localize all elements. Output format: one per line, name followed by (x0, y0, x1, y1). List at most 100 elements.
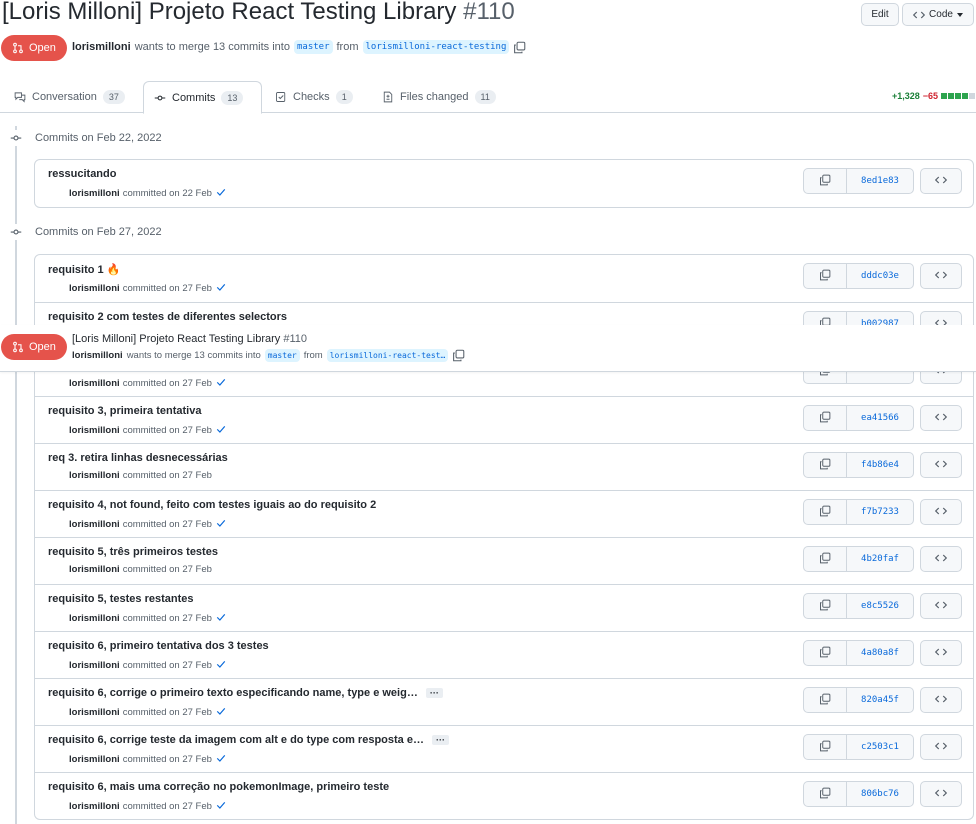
pr-title-text: [Loris Milloni] Projeto React Testing Li… (2, 0, 457, 25)
commit-author[interactable]: lorismilloni (69, 564, 120, 575)
browse-repo-button[interactable] (920, 499, 962, 525)
status-check-icon[interactable] (215, 705, 227, 720)
commit-author[interactable]: lorismilloni (69, 613, 120, 624)
commit-author[interactable]: lorismilloni (69, 470, 120, 481)
commit-sha-link[interactable]: ea41566 (847, 406, 913, 430)
commit-author[interactable]: lorismilloni (69, 378, 120, 389)
commit-message[interactable]: requisito 6, corrige o primeiro texto es… (48, 687, 418, 699)
commit-meta: lorismillonicommitted on 27 Feb (69, 799, 227, 814)
commit-message[interactable]: req 3. retira linhas desnecessárias (48, 452, 228, 464)
tab-conversation[interactable]: Conversation 37 (4, 81, 135, 113)
copy-sha-button[interactable] (804, 735, 847, 759)
copy-sha-button[interactable] (804, 264, 847, 288)
browse-repo-button[interactable] (920, 734, 962, 760)
pr-meta: lorismilloni wants to merge 13 commits i… (72, 349, 465, 362)
author-link[interactable]: lorismilloni (72, 41, 131, 53)
copy-icon[interactable] (452, 349, 465, 362)
commit-message[interactable]: requisito 2 com testes de diferentes sel… (48, 311, 287, 323)
pull-request-icon (13, 42, 23, 54)
commit-sha-link[interactable]: 8ed1e83 (847, 169, 913, 193)
status-check-icon[interactable] (215, 658, 227, 673)
commit-message[interactable]: requisito 6, corrige teste da imagem com… (48, 734, 424, 746)
copy-sha-button[interactable] (804, 782, 847, 806)
code-button[interactable]: Code (902, 3, 974, 26)
commit-row: requisito 6, corrige teste da imagem com… (35, 725, 973, 772)
commit-author[interactable]: lorismilloni (69, 188, 120, 199)
browse-repo-button[interactable] (920, 405, 962, 431)
expand-message-button[interactable]: ··· (425, 688, 443, 698)
commit-sha-link[interactable]: c2503c1 (847, 735, 913, 759)
commit-message[interactable]: requisito 6, primeiro tentativa dos 3 te… (48, 640, 269, 652)
tab-commits[interactable]: Commits 13 (143, 81, 262, 114)
code-icon (934, 552, 948, 567)
commit-time: committed on 27 Feb (122, 801, 212, 812)
commit-sha-link[interactable]: f4b86e4 (847, 453, 913, 477)
browse-repo-button[interactable] (920, 593, 962, 619)
commit-sha-link[interactable]: e8c5526 (847, 594, 913, 618)
status-check-icon[interactable] (215, 281, 227, 296)
browse-repo-button[interactable] (920, 546, 962, 572)
copy-sha-button[interactable] (804, 453, 847, 477)
commit-author[interactable]: lorismilloni (69, 660, 120, 671)
sha-button-group: 4a80a8f (803, 640, 914, 666)
commit-author[interactable]: lorismilloni (69, 519, 120, 530)
browse-repo-button[interactable] (920, 640, 962, 666)
commit-message[interactable]: requisito 4, not found, feito com testes… (48, 499, 376, 511)
commit-sha-link[interactable]: 4a80a8f (847, 641, 913, 665)
commit-message[interactable]: requisito 6, mais uma correção no pokemo… (48, 781, 389, 793)
code-icon (934, 458, 948, 473)
base-branch[interactable]: master (293, 40, 333, 54)
copy-sha-button[interactable] (804, 688, 847, 712)
copy-sha-button[interactable] (804, 169, 847, 193)
commit-sha-link[interactable]: 806bc76 (847, 782, 913, 806)
commit-author[interactable]: lorismilloni (69, 754, 120, 765)
deletions: −65 (922, 91, 938, 101)
diffstat-square (941, 93, 947, 99)
author-link[interactable]: lorismilloni (72, 350, 123, 361)
expand-message-button[interactable]: ··· (431, 735, 449, 745)
status-check-icon[interactable] (215, 611, 227, 626)
browse-repo-button[interactable] (920, 263, 962, 289)
commit-author[interactable]: lorismilloni (69, 707, 120, 718)
edit-button[interactable]: Edit (861, 3, 899, 26)
code-label: Code (929, 9, 953, 20)
browse-repo-button[interactable] (920, 687, 962, 713)
commit-author[interactable]: lorismilloni (69, 283, 120, 294)
tab-files-changed[interactable]: Files changed 11 (372, 81, 506, 113)
head-branch[interactable]: lorismilloni-react-test… (326, 349, 449, 362)
copy-sha-button[interactable] (804, 547, 847, 571)
status-check-icon[interactable] (215, 376, 227, 391)
commit-message[interactable]: ressucitando (48, 168, 116, 180)
browse-repo-button[interactable] (920, 452, 962, 478)
commit-message[interactable]: requisito 3, primeira tentativa (48, 405, 201, 417)
commit-meta: lorismillonicommitted on 27 Feb (69, 658, 227, 673)
status-check-icon[interactable] (215, 799, 227, 814)
copy-sha-button[interactable] (804, 594, 847, 618)
commit-sha-link[interactable]: 4b20faf (847, 547, 913, 571)
status-check-icon[interactable] (215, 423, 227, 438)
commit-message[interactable]: requisito 5, três primeiros testes (48, 546, 218, 558)
status-check-icon[interactable] (215, 186, 227, 201)
status-check-icon[interactable] (215, 752, 227, 767)
browse-repo-button[interactable] (920, 781, 962, 807)
copy-sha-button[interactable] (804, 641, 847, 665)
commit-message[interactable]: requisito 5, testes restantes (48, 593, 194, 605)
commit-message[interactable]: requisito 1 🔥 (48, 263, 120, 276)
commit-message-wrap: requisito 6, corrige teste da imagem com… (48, 734, 449, 746)
head-branch[interactable]: lorismilloni-react-testing (362, 40, 510, 54)
commit-sha-link[interactable]: dddc03e (847, 264, 913, 288)
tab-checks[interactable]: Checks 1 (265, 81, 363, 113)
tab-label: Files changed (400, 91, 469, 103)
status-check-icon[interactable] (215, 517, 227, 532)
copy-icon (819, 599, 831, 614)
commit-sha-link[interactable]: 820a45f (847, 688, 913, 712)
commit-sha-link[interactable]: f7b7233 (847, 500, 913, 524)
copy-sha-button[interactable] (804, 406, 847, 430)
browse-repo-button[interactable] (920, 168, 962, 194)
commit-author[interactable]: lorismilloni (69, 801, 120, 812)
base-branch[interactable]: master (264, 349, 300, 362)
commit-author[interactable]: lorismilloni (69, 425, 120, 436)
diffstat[interactable]: +1,328 −65 (892, 91, 975, 101)
copy-sha-button[interactable] (804, 500, 847, 524)
copy-icon[interactable] (513, 41, 526, 54)
